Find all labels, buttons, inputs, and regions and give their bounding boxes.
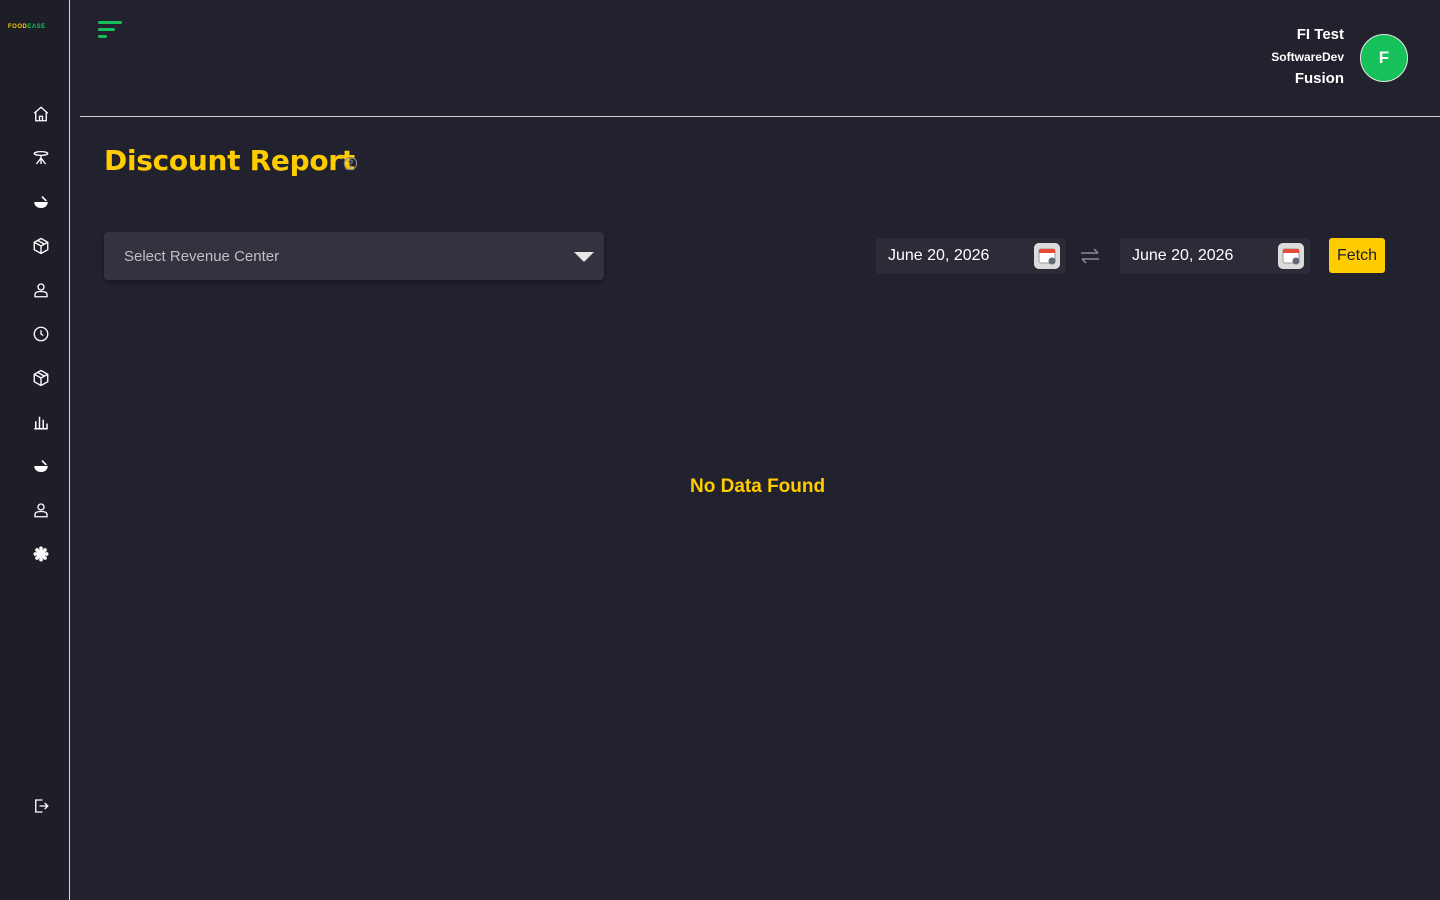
food-icon — [34, 196, 48, 208]
start-date-field[interactable]: June 20, 2026 — [876, 238, 1066, 274]
avatar[interactable]: F — [1360, 34, 1408, 82]
bar-chart-icon — [34, 416, 48, 430]
logout-icon — [35, 799, 49, 813]
start-date-value: June 20, 2026 — [888, 247, 990, 264]
sidebar-item-inventory[interactable] — [30, 367, 52, 389]
page-title: Discount Report — [104, 144, 355, 177]
empty-state-message: No Data Found — [690, 476, 826, 497]
calendar-icon[interactable] — [1034, 243, 1060, 269]
settings-gear-icon — [33, 546, 49, 562]
calendar-icon[interactable] — [1278, 243, 1304, 269]
food-bowl-icon — [34, 460, 48, 472]
sidebar-item-customers[interactable] — [30, 499, 52, 521]
logout-button[interactable] — [30, 795, 52, 817]
brand-logo[interactable]: FOODEASE — [8, 24, 46, 30]
chevron-down-icon — [574, 252, 594, 262]
package-icon — [33, 237, 49, 255]
sidebar-item-settings[interactable] — [30, 543, 52, 565]
sidebar: FOODEASE — [0, 0, 70, 900]
customer-icon — [34, 503, 48, 518]
menu-toggle-icon[interactable] — [98, 20, 124, 42]
user-info: FI Test SoftwareDev Fusion — [1271, 24, 1344, 90]
user-org: Fusion — [1294, 70, 1344, 87]
user-icon — [34, 283, 48, 298]
sidebar-item-home[interactable] — [30, 103, 52, 125]
end-date-field[interactable]: June 20, 2026 — [1120, 238, 1310, 274]
help-icon[interactable] — [343, 156, 358, 171]
sidebar-item-reports[interactable] — [30, 411, 52, 433]
user-role: SoftwareDev — [1271, 50, 1344, 64]
sidebar-item-food[interactable] — [30, 191, 52, 213]
sidebar-item-users[interactable] — [30, 279, 52, 301]
table-icon — [33, 150, 49, 165]
swap-arrows-icon[interactable] — [1079, 247, 1101, 265]
user-name: FI Test — [1296, 26, 1344, 43]
box-icon — [33, 369, 49, 387]
revenue-center-placeholder: Select Revenue Center — [124, 248, 280, 265]
header-divider — [80, 116, 1440, 117]
revenue-center-select[interactable]: Select Revenue Center — [104, 232, 604, 280]
clock-icon — [33, 326, 49, 342]
fetch-button[interactable]: Fetch — [1329, 238, 1385, 273]
sidebar-item-products[interactable] — [30, 235, 52, 257]
home-icon — [33, 106, 49, 122]
sidebar-item-menu[interactable] — [30, 455, 52, 477]
end-date-value: June 20, 2026 — [1132, 247, 1234, 264]
sidebar-item-tables[interactable] — [30, 147, 52, 169]
sidebar-item-history[interactable] — [30, 323, 52, 345]
